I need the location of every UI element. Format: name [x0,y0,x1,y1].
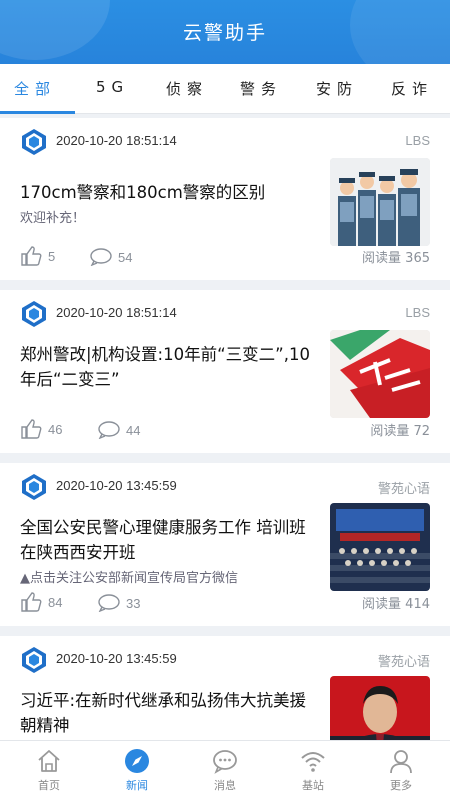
read-count: 阅读量 414 [362,597,430,612]
read-count: 阅读量 72 [370,424,430,439]
like-count-value: 84 [48,594,63,610]
message-icon [213,750,237,774]
article-subtitle: ▲点击关注公安部新闻宣传局官方微信 [20,571,238,586]
article-title[interactable]: 郑州警改|机构设置:10年前“三变二”,10年后“二变三” [20,342,312,392]
like-count[interactable]: 46 [20,419,62,439]
like-count-value: 5 [48,248,56,264]
article-thumbnail[interactable] [330,503,430,591]
comment-count-value: 44 [126,422,141,438]
compass-icon [125,749,149,773]
comment-icon [90,248,112,266]
comment-count[interactable]: 44 [98,421,140,439]
article-time: 2020-10-20 13:45:59 [56,651,177,666]
police-badge-icon [22,301,46,327]
nav-news[interactable]: 新闻 [107,747,167,793]
bottom-navigation: 首页 新闻 消息 基站 更多 [0,740,450,800]
article-title[interactable]: 全国公安民警心理健康服务工作 培训班在陕西西安开班 [20,515,312,565]
police-officers-image [330,158,430,246]
thumbs-up-icon [21,419,42,439]
article-title[interactable]: 170cm警察和180cm警察的区别 [20,180,312,205]
comment-count-value: 33 [126,595,141,611]
nav-base-station[interactable]: 基站 [283,747,343,793]
tab-active-indicator [0,111,75,114]
nav-more[interactable]: 更多 [371,747,431,793]
article-title[interactable]: 习近平:在新时代继承和弘扬伟大抗美援朝精神 [20,688,312,738]
tab-5g[interactable]: 5G [96,78,129,96]
tab-recon[interactable]: 侦察 [166,78,208,99]
article-source: LBS [405,133,430,148]
app-header: 云警助手 [0,0,450,64]
news-card[interactable]: 2020-10-20 13:45:59 警苑心语 全国公安民警心理健康服务工作 … [0,463,450,626]
nav-home-label: 首页 [38,779,60,792]
nav-home[interactable]: 首页 [19,747,79,793]
news-card[interactable]: 2020-10-20 18:51:14 LBS 170cm警察和180cm警察的… [0,118,450,280]
home-icon [38,750,60,772]
page-title: 云警助手 [182,22,267,44]
nav-news-label: 新闻 [126,779,148,792]
read-count: 阅读量 365 [362,251,430,266]
news-feed[interactable]: 2020-10-20 18:51:14 LBS 170cm警察和180cm警察的… [0,118,450,740]
nav-messages[interactable]: 消息 [195,747,255,793]
article-source: 警苑心语 [377,481,430,496]
like-count[interactable]: 5 [20,246,55,266]
article-time: 2020-10-20 18:51:14 [56,133,177,148]
nav-more-label: 更多 [390,779,412,792]
tab-security[interactable]: 安防 [316,78,358,99]
police-badge-icon [22,647,46,673]
article-source: LBS [405,305,430,320]
comment-count-value: 54 [118,249,133,265]
article-time: 2020-10-20 18:51:14 [56,305,177,320]
nav-messages-label: 消息 [214,779,236,792]
like-count[interactable]: 84 [20,592,62,612]
comment-count[interactable]: 33 [98,594,140,612]
article-subtitle: 欢迎补充！ [20,211,86,226]
category-tabs: 全部 5G 侦察 警务 安防 反诈 [0,64,450,114]
article-thumbnail[interactable] [330,676,430,740]
red-graphic-image [330,330,430,418]
tab-police-affairs[interactable]: 警务 [240,78,282,99]
news-card[interactable]: 2020-10-20 18:51:14 LBS 郑州警改|机构设置:10年前“三… [0,290,450,453]
police-badge-icon [22,474,46,500]
user-icon [390,750,412,774]
police-badge-icon [22,129,46,155]
nav-base-station-label: 基站 [302,779,324,792]
article-time: 2020-10-20 13:45:59 [56,478,177,493]
signal-icon [301,752,325,772]
tab-all[interactable]: 全部 [14,78,56,99]
news-card[interactable]: 2020-10-20 13:45:59 警苑心语 习近平:在新时代继承和弘扬伟大… [0,636,450,740]
thumbs-up-icon [21,246,42,266]
article-thumbnail[interactable] [330,330,430,418]
comment-icon [98,421,120,439]
tab-anti-fraud[interactable]: 反诈 [391,78,433,99]
comment-count[interactable]: 54 [90,248,132,266]
comment-icon [98,594,120,612]
article-thumbnail[interactable] [330,158,430,246]
article-source: 警苑心语 [377,654,430,669]
conference-hall-image [330,503,430,591]
like-count-value: 46 [48,421,63,437]
thumbs-up-icon [21,592,42,612]
portrait-image [330,676,430,740]
